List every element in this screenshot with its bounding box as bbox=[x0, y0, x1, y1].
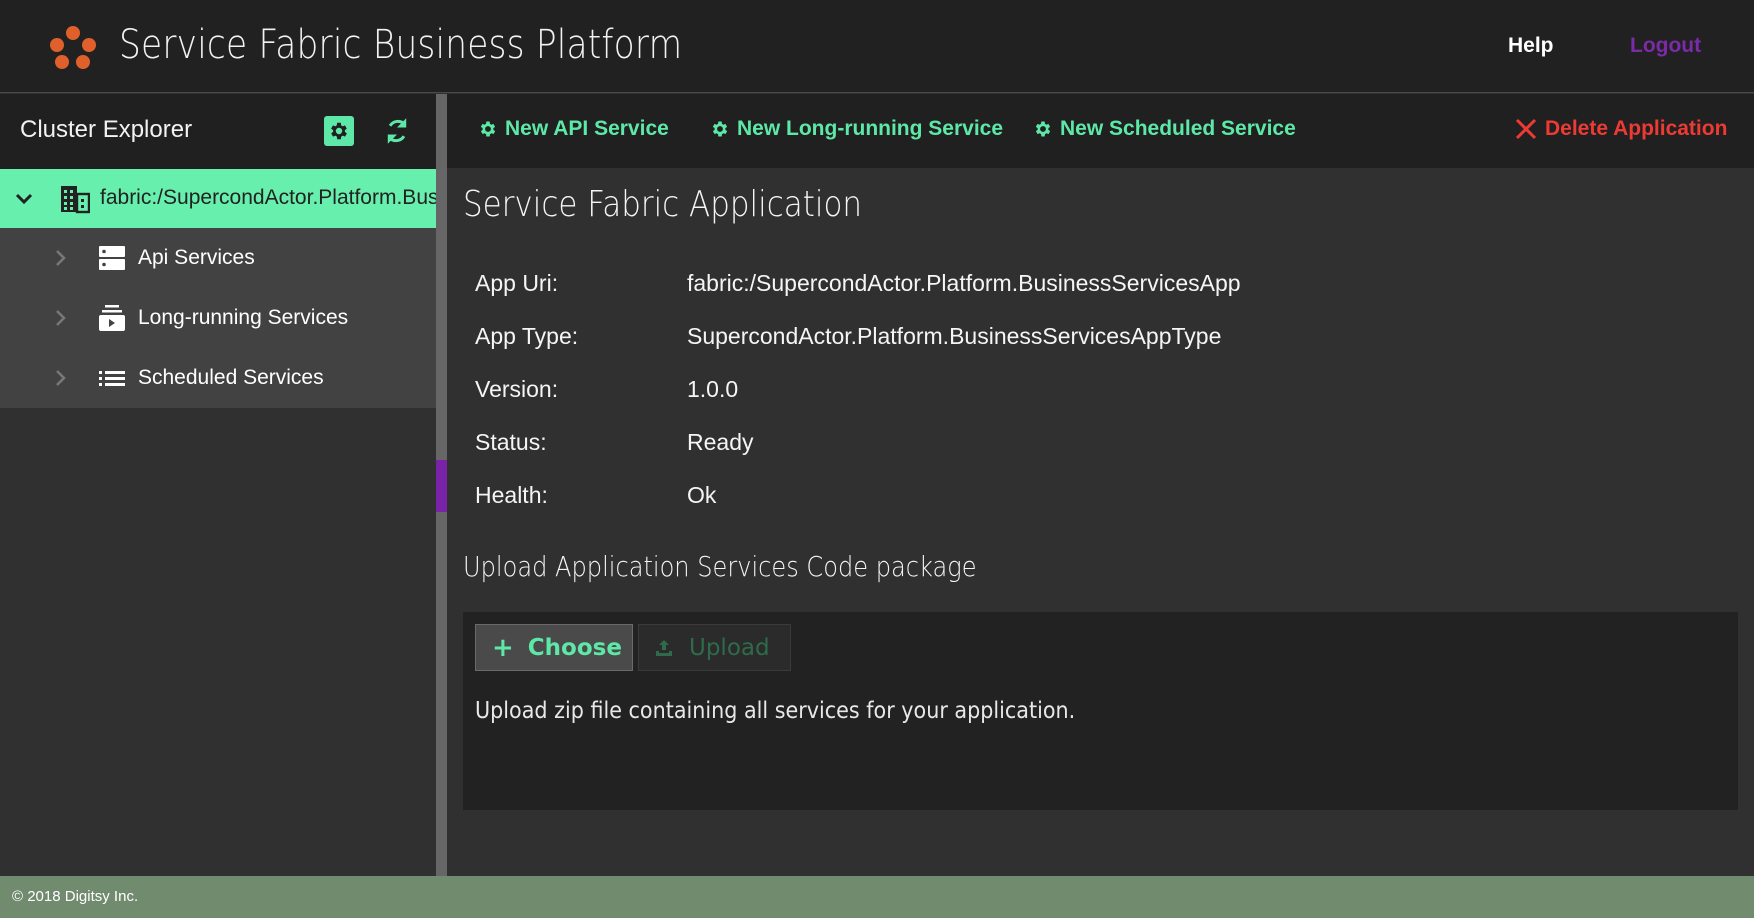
refresh-icon bbox=[387, 118, 407, 144]
detail-label: Health: bbox=[475, 482, 548, 508]
new-long-running-service-label: New Long-running Service bbox=[737, 117, 1004, 140]
choose-file-button[interactable]: + Choose bbox=[475, 624, 633, 671]
tree-item-label: Long-running Services bbox=[138, 306, 349, 329]
new-scheduled-service-button[interactable]: New Scheduled Service bbox=[1033, 117, 1296, 141]
sidebar-title: Cluster Explorer bbox=[20, 116, 193, 143]
footer: © 2018 Digitsy Inc. bbox=[0, 876, 1754, 918]
detail-label: Version: bbox=[475, 376, 559, 402]
list-icon bbox=[99, 371, 125, 386]
tree-item-label: fabric:/SupercondActor.Platform.Business… bbox=[100, 186, 436, 209]
close-icon bbox=[1515, 118, 1537, 140]
help-link[interactable]: Help bbox=[1508, 34, 1554, 58]
upload-hint: Upload zip file containing all services … bbox=[475, 698, 1076, 724]
page-title: Service Fabric Application bbox=[463, 184, 863, 225]
new-api-service-button[interactable]: New API Service bbox=[478, 117, 669, 141]
tree-item-label: Scheduled Services bbox=[138, 366, 324, 389]
plus-icon: + bbox=[492, 632, 514, 663]
five-dots-logo-icon bbox=[50, 26, 96, 70]
choose-label: Choose bbox=[527, 634, 622, 661]
detail-value: Ready bbox=[687, 429, 754, 455]
cluster-tree: fabric:/SupercondActor.Platform.Business… bbox=[0, 169, 436, 408]
server-icon bbox=[99, 246, 125, 270]
chevron-right-icon[interactable] bbox=[52, 368, 70, 388]
new-api-service-label: New API Service bbox=[505, 117, 669, 140]
play-stack-icon bbox=[99, 305, 125, 331]
chevron-down-icon[interactable] bbox=[12, 187, 36, 211]
cluster-explorer-sidebar: Cluster Explorer fabric:/SupercondActor.… bbox=[0, 94, 436, 876]
app-title: Service Fabric Business Platform bbox=[119, 22, 683, 68]
tree-item-long-running-services[interactable]: Long-running Services bbox=[0, 288, 436, 348]
splitter-handle[interactable] bbox=[436, 460, 447, 512]
gear-icon bbox=[331, 122, 347, 140]
delete-application-label: Delete Application bbox=[1545, 117, 1728, 140]
tree-children: Api Services Long-running Services Sched… bbox=[0, 228, 436, 408]
sidebar-settings-button[interactable] bbox=[324, 116, 354, 146]
copyright-text: © 2018 Digitsy Inc. bbox=[12, 888, 139, 905]
detail-label: Status: bbox=[475, 429, 547, 455]
delete-application-button[interactable]: Delete Application bbox=[1514, 117, 1727, 141]
detail-label: App Type: bbox=[475, 323, 579, 349]
gear-icon bbox=[712, 121, 728, 137]
file-upload-panel: + Choose Upload Upload zip file containi… bbox=[463, 612, 1738, 810]
chevron-right-icon[interactable] bbox=[52, 248, 70, 268]
sidebar-header: Cluster Explorer bbox=[0, 94, 436, 169]
sidebar-refresh-button[interactable] bbox=[382, 116, 412, 146]
new-long-running-service-button[interactable]: New Long-running Service bbox=[710, 117, 1003, 141]
tree-item-scheduled-services[interactable]: Scheduled Services bbox=[0, 348, 436, 408]
tree-item-api-services[interactable]: Api Services bbox=[0, 228, 436, 288]
gear-icon bbox=[1035, 121, 1051, 137]
gear-icon bbox=[480, 121, 496, 137]
detail-value: SupercondActor.Platform.BusinessServices… bbox=[687, 323, 1222, 349]
detail-label: App Uri: bbox=[475, 270, 559, 296]
application-details: Service Fabric Application App Uri: fabr… bbox=[447, 168, 1754, 876]
top-header: Service Fabric Business Platform Help Lo… bbox=[0, 0, 1754, 93]
tree-item-application[interactable]: fabric:/SupercondActor.Platform.Business… bbox=[0, 169, 436, 228]
building-icon bbox=[61, 186, 90, 214]
upload-button[interactable]: Upload bbox=[638, 624, 791, 671]
upload-label: Upload bbox=[689, 634, 770, 661]
detail-value: fabric:/SupercondActor.Platform.Business… bbox=[687, 270, 1241, 296]
upload-icon bbox=[656, 639, 672, 656]
panel-splitter[interactable] bbox=[436, 94, 447, 876]
logout-link[interactable]: Logout bbox=[1630, 34, 1701, 58]
detail-value: 1.0.0 bbox=[687, 376, 739, 402]
application-toolbar: New API Service New Long-running Service… bbox=[447, 94, 1754, 168]
tree-item-label: Api Services bbox=[138, 246, 255, 269]
app-root: Service Fabric Business Platform Help Lo… bbox=[0, 0, 1754, 918]
new-scheduled-service-label: New Scheduled Service bbox=[1060, 117, 1296, 140]
detail-value: Ok bbox=[687, 482, 717, 508]
chevron-right-icon[interactable] bbox=[52, 308, 70, 328]
upload-section-title: Upload Application Services Code package bbox=[463, 550, 977, 583]
